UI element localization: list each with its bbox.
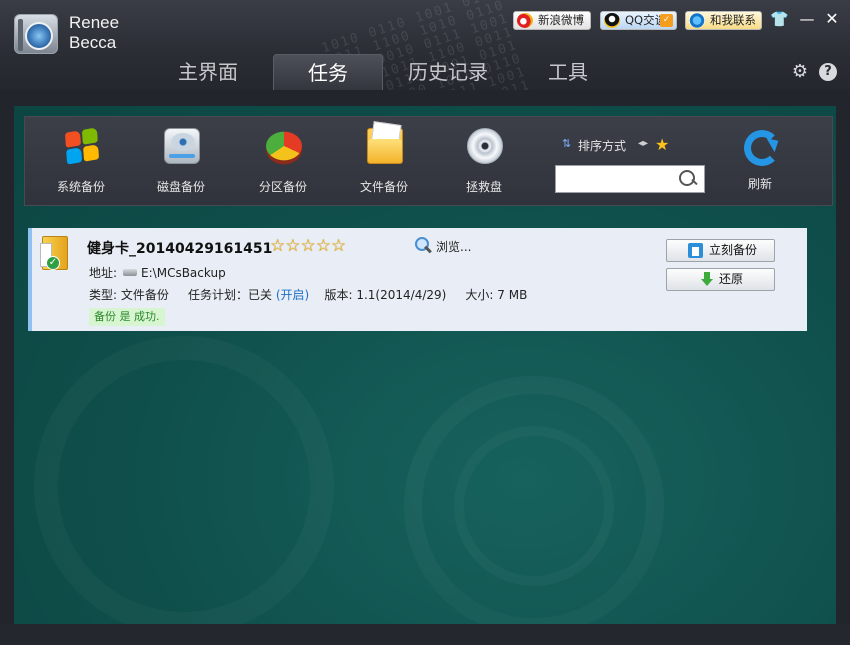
success-check-icon: ✓ xyxy=(46,256,60,270)
cd-icon xyxy=(467,128,503,164)
partition-backup-label: 分区备份 xyxy=(258,180,307,194)
gear-icon[interactable]: ⚙ xyxy=(790,62,810,82)
tab-tools[interactable]: 工具 xyxy=(530,54,606,90)
plan-value: 已关 xyxy=(247,288,272,302)
restore-label: 还原 xyxy=(719,272,744,286)
app-brand: Renee Becca xyxy=(69,13,119,53)
type-value: 文件备份 xyxy=(120,288,169,302)
close-button[interactable]: ✕ xyxy=(823,9,841,29)
tab-history[interactable]: 历史记录 xyxy=(392,54,504,90)
windows-icon xyxy=(63,125,101,167)
backup-icon xyxy=(688,243,703,258)
task-address-row: 地址: E:\MCsBackup xyxy=(89,264,226,281)
folder-icon xyxy=(367,128,403,164)
restore-button[interactable]: 还原 xyxy=(666,268,775,291)
partition-backup-button[interactable]: 分区备份 xyxy=(238,117,328,205)
file-backup-label: 文件备份 xyxy=(359,180,408,194)
pie-partition-icon xyxy=(266,131,302,161)
weibo-icon xyxy=(517,13,533,28)
disk-backup-button[interactable]: 磁盘备份 xyxy=(136,117,226,205)
task-rating-stars[interactable]: ☆☆☆☆☆ xyxy=(270,236,346,256)
version-value: 1.1(2014/4/29) xyxy=(356,288,447,302)
sort-label: 排序方式 xyxy=(578,139,627,153)
search-input[interactable] xyxy=(560,170,678,188)
version-label: 版本: xyxy=(324,288,353,302)
star-sort-icon[interactable]: ★ xyxy=(655,135,669,154)
skin-shirt-icon[interactable]: 👕 xyxy=(770,9,789,29)
refresh-button[interactable]: 刷新 xyxy=(725,117,795,205)
tab-home[interactable]: 主界面 xyxy=(162,54,254,90)
drive-icon xyxy=(123,269,138,276)
refresh-label: 刷新 xyxy=(747,177,772,191)
address-label: 地址: xyxy=(89,266,118,280)
minimize-button[interactable]: — xyxy=(798,9,816,29)
brand-line-2: Becca xyxy=(69,33,117,52)
browse-label: 浏览... xyxy=(436,240,472,254)
task-title: 健身卡_20140429161451 xyxy=(87,241,273,257)
search-box[interactable] xyxy=(555,165,705,193)
backup-now-button[interactable]: 立刻备份 xyxy=(666,239,775,262)
rescue-disk-button[interactable]: 拯救盘 xyxy=(439,117,529,205)
contact-label: 和我联系 xyxy=(710,13,756,27)
magnifier-icon xyxy=(412,236,432,254)
refresh-icon xyxy=(744,130,780,166)
browse-button[interactable]: 浏览... xyxy=(412,236,472,255)
background-disk-decoration xyxy=(454,426,614,586)
size-value: 7 MB xyxy=(497,288,528,302)
brand-line-1: Renee xyxy=(69,13,120,32)
sort-button[interactable]: ⇅ 排序方式 xyxy=(562,137,626,154)
plan-label: 任务计划： xyxy=(187,288,248,302)
backup-toolbar: 系统备份 磁盘备份 分区备份 文件备份 拯救盘 ⇅ 排序方式 ◂▸ ★ 刷新 xyxy=(24,116,833,206)
backup-now-label: 立刻备份 xyxy=(709,243,758,257)
hard-disk-icon xyxy=(164,128,200,164)
qq-chat-button[interactable]: QQ交谈 ✓ xyxy=(600,11,677,30)
rescue-disk-label: 拯救盘 xyxy=(465,180,502,194)
weibo-label: 新浪微博 xyxy=(538,13,584,27)
qq-icon xyxy=(604,13,620,28)
app-logo-icon xyxy=(14,14,58,54)
size-label: 大小: xyxy=(465,288,494,302)
sort-toggle-icon[interactable]: ◂▸ xyxy=(638,138,648,149)
file-backup-button[interactable]: 文件备份 xyxy=(339,117,429,205)
contact-us-button[interactable]: 和我联系 xyxy=(685,11,762,30)
bottom-bar xyxy=(0,624,850,645)
system-backup-label: 系统备份 xyxy=(56,180,105,194)
type-label: 类型: xyxy=(89,288,118,302)
enable-schedule-link[interactable]: (开启) xyxy=(276,288,309,302)
restore-download-icon xyxy=(700,272,715,287)
help-icon[interactable]: ? xyxy=(819,63,837,81)
disk-backup-label: 磁盘备份 xyxy=(156,180,205,194)
tab-tasks[interactable]: 任务 xyxy=(273,54,383,90)
task-panel: 系统备份 磁盘备份 分区备份 文件备份 拯救盘 ⇅ 排序方式 ◂▸ ★ 刷新 ✓… xyxy=(14,106,836,624)
weibo-button[interactable]: 新浪微博 xyxy=(513,11,591,30)
search-icon[interactable] xyxy=(678,169,698,189)
contact-icon xyxy=(689,13,705,28)
address-value: E:\MCsBackup xyxy=(141,266,226,280)
sort-icon: ⇅ xyxy=(562,137,572,150)
status-badge: 备份 是 成功. xyxy=(89,308,165,326)
system-backup-button[interactable]: 系统备份 xyxy=(36,117,126,205)
task-card[interactable]: ✓ 健身卡_20140429161451 ☆☆☆☆☆ 浏览... 地址: E:\M… xyxy=(28,228,807,331)
task-meta-row: 类型: 文件备份 任务计划：已关 (开启) 版本: 1.1(2014/4/29)… xyxy=(89,286,527,303)
shield-icon: ✓ xyxy=(660,14,673,27)
background-disk-decoration xyxy=(34,336,334,624)
title-bar: 1010 0110 1001 0101 0011 1100 1010 0110 … xyxy=(0,0,850,90)
